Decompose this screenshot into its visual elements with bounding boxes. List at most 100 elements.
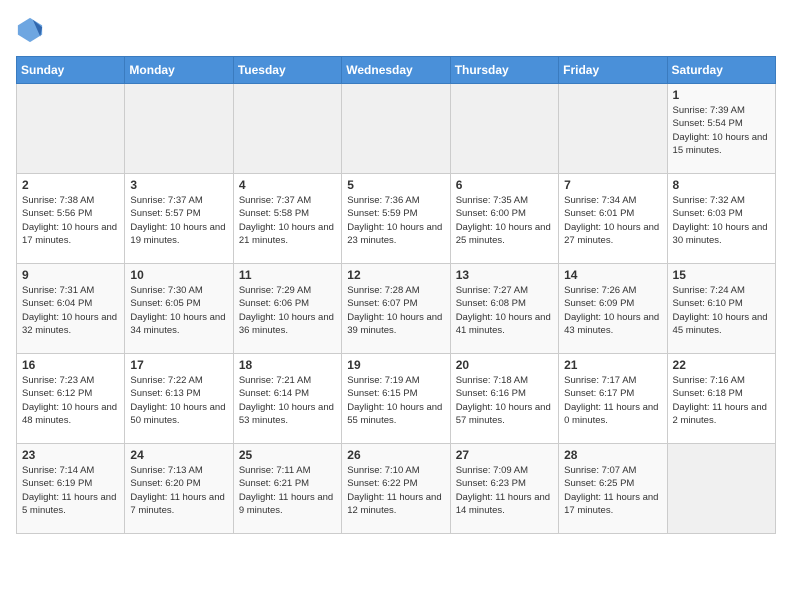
calendar-week-row: 1 Sunrise: 7:39 AM Sunset: 5:54 PM Daylig… [17,84,776,174]
day-number: 7 [564,178,661,192]
day-info: Sunrise: 7:14 AM Sunset: 6:19 PM Dayligh… [22,464,119,517]
day-info: Sunrise: 7:34 AM Sunset: 6:01 PM Dayligh… [564,194,661,247]
day-info: Sunrise: 7:39 AM Sunset: 5:54 PM Dayligh… [673,104,770,157]
day-info: Sunrise: 7:37 AM Sunset: 5:57 PM Dayligh… [130,194,227,247]
day-info: Sunrise: 7:28 AM Sunset: 6:07 PM Dayligh… [347,284,444,337]
day-number: 2 [22,178,119,192]
calendar-cell: 27Sunrise: 7:09 AM Sunset: 6:23 PM Dayli… [450,444,558,534]
calendar-cell: 17 Sunrise: 7:22 AM Sunset: 6:13 PM Dayli… [125,354,233,444]
calendar-cell: 2 Sunrise: 7:38 AM Sunset: 5:56 PM Daylig… [17,174,125,264]
calendar-cell: 24 Sunrise: 7:13 AM Sunset: 6:20 PM Dayli… [125,444,233,534]
day-number: 26 [347,448,444,462]
weekday-header: Tuesday [233,57,341,84]
calendar-cell: 18 Sunrise: 7:21 AM Sunset: 6:14 PM Dayli… [233,354,341,444]
day-number: 13 [456,268,553,282]
day-info: Sunrise: 7:37 AM Sunset: 5:58 PM Dayligh… [239,194,336,247]
calendar-cell: 26 Sunrise: 7:10 AM Sunset: 6:22 PM Dayli… [342,444,450,534]
day-number: 20 [456,358,553,372]
calendar-cell: 22 Sunrise: 7:16 AM Sunset: 6:18 PM Dayli… [667,354,775,444]
calendar-cell: 5 Sunrise: 7:36 AM Sunset: 5:59 PM Daylig… [342,174,450,264]
weekday-header: Sunday [17,57,125,84]
day-number: 22 [673,358,770,372]
weekday-header: Wednesday [342,57,450,84]
calendar-cell: 1 Sunrise: 7:39 AM Sunset: 5:54 PM Daylig… [667,84,775,174]
day-info: Sunrise: 7:21 AM Sunset: 6:14 PM Dayligh… [239,374,336,427]
day-number: 12 [347,268,444,282]
logo-icon [16,16,44,44]
day-number: 8 [673,178,770,192]
calendar-cell: 16 Sunrise: 7:23 AM Sunset: 6:12 PM Dayli… [17,354,125,444]
calendar-week-row: 16 Sunrise: 7:23 AM Sunset: 6:12 PM Dayli… [17,354,776,444]
day-info: Sunrise: 7:09 AM Sunset: 6:23 PM Dayligh… [456,464,553,517]
day-number: 5 [347,178,444,192]
weekday-header: Friday [559,57,667,84]
day-info: Sunrise: 7:19 AM Sunset: 6:15 PM Dayligh… [347,374,444,427]
day-number: 28 [564,448,661,462]
day-info: Sunrise: 7:13 AM Sunset: 6:20 PM Dayligh… [130,464,227,517]
weekday-header: Saturday [667,57,775,84]
day-info: Sunrise: 7:32 AM Sunset: 6:03 PM Dayligh… [673,194,770,247]
day-number: 1 [673,88,770,102]
day-info: Sunrise: 7:27 AM Sunset: 6:08 PM Dayligh… [456,284,553,337]
calendar-cell [125,84,233,174]
day-info: Sunrise: 7:11 AM Sunset: 6:21 PM Dayligh… [239,464,336,517]
day-number: 14 [564,268,661,282]
weekday-header-row: SundayMondayTuesdayWednesdayThursdayFrid… [17,57,776,84]
calendar-cell: 9 Sunrise: 7:31 AM Sunset: 6:04 PM Daylig… [17,264,125,354]
day-number: 21 [564,358,661,372]
weekday-header: Monday [125,57,233,84]
day-number: 15 [673,268,770,282]
day-info: Sunrise: 7:16 AM Sunset: 6:18 PM Dayligh… [673,374,770,427]
day-info: Sunrise: 7:30 AM Sunset: 6:05 PM Dayligh… [130,284,227,337]
weekday-header: Thursday [450,57,558,84]
calendar-cell: 20 Sunrise: 7:18 AM Sunset: 6:16 PM Dayli… [450,354,558,444]
day-number: 24 [130,448,227,462]
calendar-week-row: 2 Sunrise: 7:38 AM Sunset: 5:56 PM Daylig… [17,174,776,264]
calendar-cell: 6Sunrise: 7:35 AM Sunset: 6:00 PM Daylig… [450,174,558,264]
calendar-cell: 8 Sunrise: 7:32 AM Sunset: 6:03 PM Daylig… [667,174,775,264]
calendar-table: SundayMondayTuesdayWednesdayThursdayFrid… [16,56,776,534]
calendar-cell: 3 Sunrise: 7:37 AM Sunset: 5:57 PM Daylig… [125,174,233,264]
calendar-cell [342,84,450,174]
day-info: Sunrise: 7:18 AM Sunset: 6:16 PM Dayligh… [456,374,553,427]
day-number: 25 [239,448,336,462]
day-info: Sunrise: 7:22 AM Sunset: 6:13 PM Dayligh… [130,374,227,427]
day-info: Sunrise: 7:38 AM Sunset: 5:56 PM Dayligh… [22,194,119,247]
page-header [16,16,776,44]
day-number: 11 [239,268,336,282]
day-number: 3 [130,178,227,192]
calendar-cell: 10 Sunrise: 7:30 AM Sunset: 6:05 PM Dayli… [125,264,233,354]
calendar-cell [17,84,125,174]
day-info: Sunrise: 7:24 AM Sunset: 6:10 PM Dayligh… [673,284,770,337]
day-info: Sunrise: 7:26 AM Sunset: 6:09 PM Dayligh… [564,284,661,337]
day-number: 16 [22,358,119,372]
day-info: Sunrise: 7:23 AM Sunset: 6:12 PM Dayligh… [22,374,119,427]
day-number: 6 [456,178,553,192]
calendar-cell: 13 Sunrise: 7:27 AM Sunset: 6:08 PM Dayli… [450,264,558,354]
calendar-cell [233,84,341,174]
day-info: Sunrise: 7:17 AM Sunset: 6:17 PM Dayligh… [564,374,661,427]
calendar-cell: 28Sunrise: 7:07 AM Sunset: 6:25 PM Dayli… [559,444,667,534]
calendar-cell [559,84,667,174]
day-number: 18 [239,358,336,372]
calendar-cell: 14 Sunrise: 7:26 AM Sunset: 6:09 PM Dayli… [559,264,667,354]
calendar-cell: 23Sunrise: 7:14 AM Sunset: 6:19 PM Dayli… [17,444,125,534]
day-info: Sunrise: 7:31 AM Sunset: 6:04 PM Dayligh… [22,284,119,337]
calendar-cell: 4Sunrise: 7:37 AM Sunset: 5:58 PM Daylig… [233,174,341,264]
logo [16,16,48,44]
calendar-week-row: 23Sunrise: 7:14 AM Sunset: 6:19 PM Dayli… [17,444,776,534]
calendar-week-row: 9 Sunrise: 7:31 AM Sunset: 6:04 PM Daylig… [17,264,776,354]
calendar-cell: 25 Sunrise: 7:11 AM Sunset: 6:21 PM Dayli… [233,444,341,534]
day-info: Sunrise: 7:29 AM Sunset: 6:06 PM Dayligh… [239,284,336,337]
day-number: 9 [22,268,119,282]
calendar-cell: 21 Sunrise: 7:17 AM Sunset: 6:17 PM Dayli… [559,354,667,444]
calendar-cell: 19Sunrise: 7:19 AM Sunset: 6:15 PM Dayli… [342,354,450,444]
calendar-cell: 12 Sunrise: 7:28 AM Sunset: 6:07 PM Dayli… [342,264,450,354]
day-number: 17 [130,358,227,372]
day-info: Sunrise: 7:10 AM Sunset: 6:22 PM Dayligh… [347,464,444,517]
calendar-cell [450,84,558,174]
day-info: Sunrise: 7:36 AM Sunset: 5:59 PM Dayligh… [347,194,444,247]
calendar-cell: 15 Sunrise: 7:24 AM Sunset: 6:10 PM Dayli… [667,264,775,354]
calendar-cell: 7 Sunrise: 7:34 AM Sunset: 6:01 PM Daylig… [559,174,667,264]
day-number: 10 [130,268,227,282]
